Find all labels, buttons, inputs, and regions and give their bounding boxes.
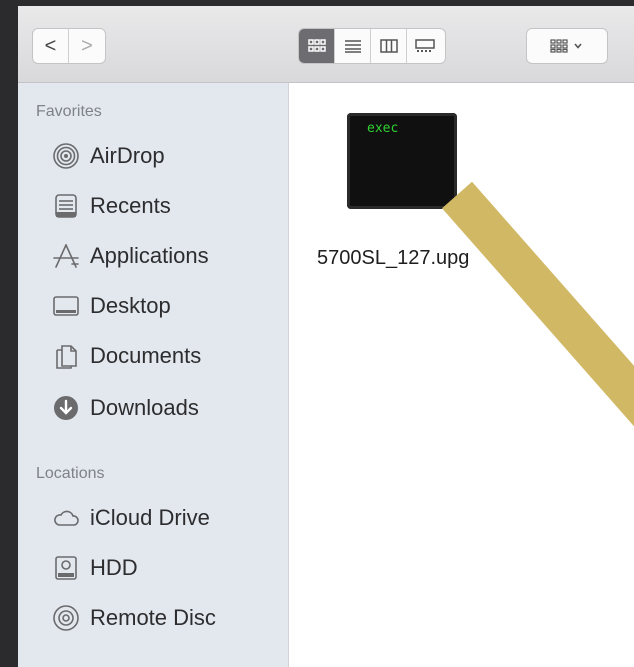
sidebar-item-applications[interactable]: Applications [52,235,282,277]
recents-icon [52,192,80,220]
column-view-button[interactable] [371,29,407,63]
sidebar-item-remote-disc[interactable]: Remote Disc [52,597,282,639]
sidebar: Favorites AirDrop Recents Applications D… [18,83,289,667]
group-grid-icon [550,39,582,53]
remote-disc-icon [52,604,80,632]
favorites-header: Favorites [36,103,102,120]
view-switcher [298,28,446,64]
back-button[interactable]: < [33,29,69,63]
file-browser-content: exec 5700SL_127.upg [289,83,634,667]
icon-view-icon [307,39,326,52]
list-view-icon [344,40,361,53]
sidebar-item-documents[interactable]: Documents [52,335,282,377]
sidebar-item-label: AirDrop [90,143,165,168]
sidebar-item-desktop[interactable]: Desktop [52,285,282,327]
gallery-view-button[interactable] [407,29,443,63]
sidebar-item-airdrop[interactable]: AirDrop [52,135,282,177]
sidebar-item-downloads[interactable]: Downloads [52,387,282,429]
chevron-left-icon: < [44,34,57,57]
documents-icon [52,342,80,370]
locations-header: Locations [36,465,105,482]
airdrop-icon [52,142,80,170]
desktop-icon [52,292,80,320]
chevron-right-icon: > [81,34,93,57]
list-view-button[interactable] [335,29,371,63]
sidebar-item-label: iCloud Drive [90,505,210,530]
group-by-inner[interactable] [527,29,607,63]
chevron-down-icon [574,43,582,49]
applications-icon [52,242,80,270]
sidebar-item-icloud-drive[interactable]: iCloud Drive [52,497,282,539]
group-by-button[interactable] [526,28,608,64]
sidebar-item-recents[interactable]: Recents [52,185,282,227]
navigation-buttons: < > [32,28,106,64]
toolbar: < > [18,6,634,83]
sidebar-item-label: Applications [90,243,209,268]
sidebar-item-label: Documents [90,343,202,368]
gallery-view-icon [415,39,435,52]
downloads-icon [52,394,80,422]
sidebar-item-label: Recents [90,193,171,218]
sidebar-item-label: HDD [90,555,138,580]
finder-window: < > Favorites AirDrop Recents Applicatio… [18,6,634,667]
hdd-icon [52,554,80,582]
annotation-arrow [441,181,634,427]
sidebar-item-label: Downloads [90,395,199,420]
icon-view-button[interactable] [299,29,335,63]
arrow-shaft [441,181,634,427]
sidebar-item-hdd[interactable]: HDD [52,547,282,589]
column-view-icon [379,39,398,53]
icloud-icon [52,504,80,532]
sidebar-item-label: Remote Disc [90,605,216,630]
sidebar-item-label: Desktop [90,293,171,318]
forward-button[interactable]: > [69,29,105,63]
